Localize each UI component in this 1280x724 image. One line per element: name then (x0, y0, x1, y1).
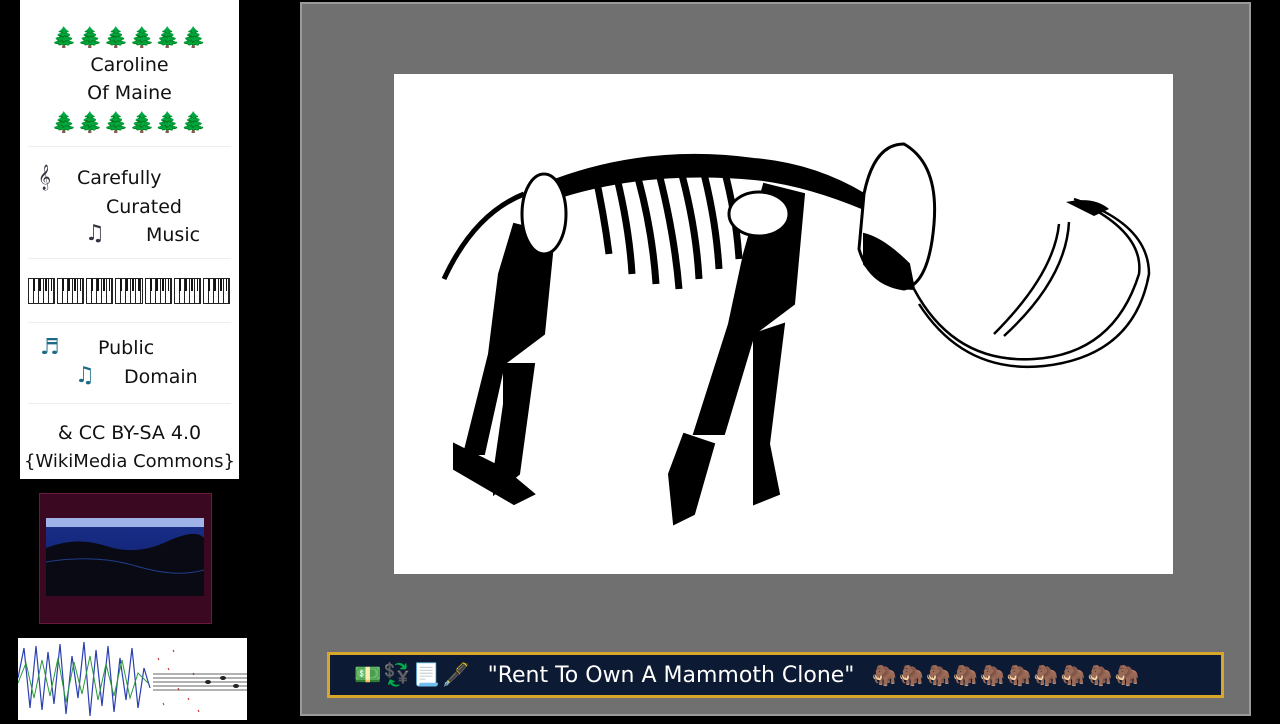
license-word-public: Public (98, 337, 155, 359)
piano-keys-icon (115, 278, 143, 304)
artist-name-line1: Caroline (90, 54, 169, 76)
mammoth-skeleton-image (394, 74, 1173, 574)
audio-waveform (17, 638, 247, 720)
treble-clef-icon: 𝄞 (38, 165, 52, 190)
piano-keys-icon (173, 278, 201, 304)
music-notes-icon: ♫ (85, 221, 105, 246)
video-thumbnail (39, 493, 212, 624)
divider (28, 403, 231, 404)
thumbnail-image (46, 518, 204, 596)
piano-keys-icon (86, 278, 114, 304)
piano-keys-icon (57, 278, 85, 304)
divider (28, 146, 231, 147)
piano-keys-row (28, 278, 230, 304)
license-word-domain: Domain (124, 366, 198, 388)
divider (28, 258, 231, 259)
caption-bar: 💵💱📃🖋️ "Rent To Own A Mammoth Clone" 🦣🦣🦣🦣… (327, 652, 1224, 698)
music-note-icon: ♬ (40, 335, 60, 360)
music-notes-icon: ♫ (75, 363, 95, 388)
piano-keys-icon (144, 278, 172, 304)
license-cc: & CC BY-SA 4.0 (57, 422, 202, 444)
artist-name-line2: Of Maine (87, 82, 172, 104)
tagline-word-curated: Curated (106, 196, 182, 218)
trees-row-top: 🌲🌲🌲🌲🌲🌲 (51, 25, 208, 49)
tagline-word-carefully: Carefully (77, 167, 162, 189)
trees-row-bottom: 🌲🌲🌲🌲🌲🌲 (51, 110, 208, 134)
mammoth-icons: 🦣🦣🦣🦣🦣🦣🦣🦣🦣🦣 (872, 663, 1142, 687)
piano-keys-icon (202, 278, 230, 304)
license-source: {WikiMedia Commons} (24, 451, 235, 472)
caption-title: "Rent To Own A Mammoth Clone" (487, 662, 855, 688)
info-panel: 🌲🌲🌲🌲🌲🌲 Caroline Of Maine 🌲🌲🌲🌲🌲🌲 𝄞 Carefu… (20, 0, 239, 479)
piano-keys-icon (28, 278, 56, 304)
divider (28, 322, 231, 323)
tagline-word-music: Music (146, 224, 201, 246)
money-icons: 💵💱📃🖋️ (354, 662, 472, 688)
